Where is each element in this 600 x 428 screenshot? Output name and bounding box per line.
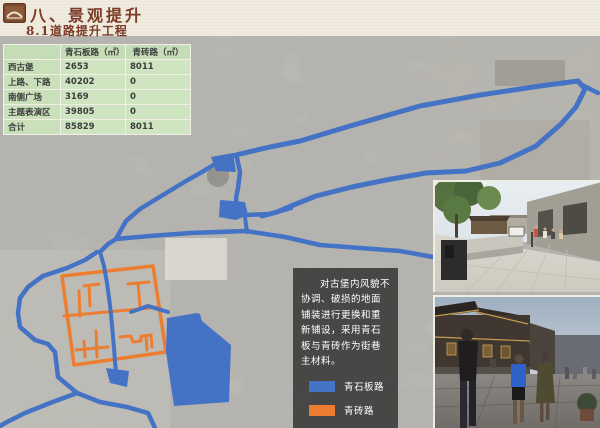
storefront-window — [563, 202, 587, 235]
castle-lane-orange — [96, 331, 97, 357]
cell-stone: 39805 — [61, 105, 126, 120]
cell-stone: 40202 — [61, 75, 126, 90]
castle-lane-orange — [146, 336, 147, 350]
pavement-area-table: 青石板路（㎡） 青砖路（㎡） 西古堡 2653 8011 上路、下路 40202… — [3, 44, 191, 135]
note-text: 对古堡内风貌不协调、破损的地面铺装进行更换和重新铺设，采用青石板与青砖作为街巷主… — [301, 277, 390, 369]
table-header-stone: 青石板路（㎡） — [61, 45, 126, 60]
wedge-connector — [245, 217, 247, 232]
row-label: 合计 — [4, 120, 61, 135]
table-row: 主题表演区 39805 0 — [4, 105, 191, 120]
castle-lane-orange — [151, 335, 152, 347]
note-panel: 对古堡内风貌不协调、破损的地面铺装进行更换和重新铺设，采用青石板与青砖作为街巷主… — [293, 268, 398, 428]
map-legend: 青石板路 青砖路 — [301, 379, 390, 417]
row-label: 南侧广场 — [4, 90, 61, 105]
table-header-brick: 青砖路（㎡） — [126, 45, 191, 60]
cell-brick: 0 — [126, 105, 191, 120]
cell-stone: 3169 — [61, 90, 126, 105]
legend-label: 青石板路 — [344, 379, 384, 393]
brick-road-swatch — [309, 405, 335, 416]
photo-renovated-street-day — [433, 180, 600, 292]
castle-lane-orange — [138, 283, 140, 307]
row-label: 西古堡 — [4, 60, 61, 75]
row-label: 上路、下路 — [4, 75, 61, 90]
castle-lane-orange — [79, 291, 80, 316]
row-label: 主题表演区 — [4, 105, 61, 120]
slide: 八、景观提升 8.1道路提升工程 青石板路（㎡） 青砖路（㎡） 西古堡 2653… — [0, 0, 600, 428]
bollard — [531, 232, 533, 247]
table-row: 上路、下路 40202 0 — [4, 75, 191, 90]
table-header-row: 青石板路（㎡） 青砖路（㎡） — [4, 45, 191, 60]
cell-brick: 8011 — [126, 60, 191, 75]
cell-brick: 0 — [126, 90, 191, 105]
cell-stone: 2653 — [61, 60, 126, 75]
photo-historic-street-dusk — [433, 295, 600, 428]
legend-item-stone-road: 青石板路 — [309, 379, 390, 393]
table-header-blank — [4, 45, 61, 60]
tree-canopy — [477, 186, 501, 210]
stone-road-swatch — [309, 381, 335, 392]
castle-lane-orange — [84, 284, 99, 286]
pavilion — [471, 220, 507, 234]
legend-item-brick-road: 青砖路 — [309, 403, 390, 417]
cell-stone: 85829 — [61, 120, 126, 135]
street-sign — [509, 227, 524, 236]
table-row: 合计 85829 8011 — [4, 120, 191, 135]
page-subtitle: 8.1道路提升工程 — [26, 22, 128, 39]
cell-brick: 0 — [126, 75, 191, 90]
legend-label: 青砖路 — [344, 403, 374, 417]
table-row: 南侧广场 3169 0 — [4, 90, 191, 105]
bridge-seal-icon — [3, 3, 26, 23]
potted-plant — [577, 393, 597, 421]
table-row: 西古堡 2653 8011 — [4, 60, 191, 75]
castle-lane-orange — [89, 286, 90, 306]
cell-brick: 8011 — [126, 120, 191, 135]
